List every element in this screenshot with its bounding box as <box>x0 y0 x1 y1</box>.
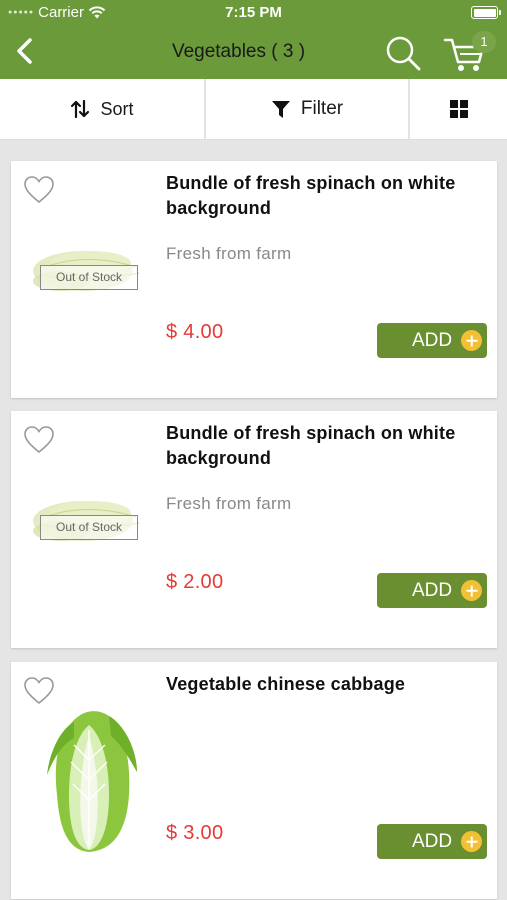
list-toolbar: Sort Filter <box>0 79 507 140</box>
battery-icon <box>471 6 501 19</box>
product-name: Vegetable chinese cabbage <box>166 674 406 694</box>
heart-icon[interactable] <box>23 175 55 205</box>
cabbage-image <box>47 711 137 852</box>
navigation-bar: Vegetables ( 3 ) 1 <box>0 26 507 79</box>
product-name: Bundle of fresh spinach on white backgro… <box>166 423 456 468</box>
product-price: $ 2.00 <box>166 571 224 593</box>
plus-circle-icon <box>461 831 482 852</box>
product-card[interactable]: Vegetable chinese cabbage $ 3.00 ADD <box>11 662 497 899</box>
sort-arrows-icon <box>71 99 90 119</box>
status-bar: ●●●●● Carrier 7:15 PM <box>0 0 507 26</box>
add-to-cart-button[interactable]: ADD <box>377 824 487 859</box>
sort-label: Sort <box>100 98 134 119</box>
page-title: Vegetables ( 3 ) <box>171 41 306 62</box>
sort-button[interactable]: Sort <box>0 79 206 139</box>
plus-circle-icon <box>461 580 482 601</box>
product-name: Bundle of fresh spinach on white backgro… <box>166 173 456 218</box>
app-header: ●●●●● Carrier 7:15 PM Vegetables ( 3 ) 1 <box>0 0 507 79</box>
add-label: ADD <box>412 329 453 351</box>
add-label: ADD <box>412 579 453 601</box>
add-label: ADD <box>412 830 453 852</box>
status-time: 7:15 PM <box>225 4 282 21</box>
product-card[interactable]: Out of Stock Bundle of fresh spinach on … <box>11 411 497 648</box>
filter-label: Filter <box>300 98 344 119</box>
product-description: Fresh from farm <box>166 244 292 263</box>
grid-view-icon <box>449 100 468 118</box>
grid-view-toggle[interactable] <box>410 79 507 139</box>
out-of-stock-badge: Out of Stock <box>40 515 138 540</box>
add-to-cart-button[interactable]: ADD <box>377 323 487 358</box>
plus-circle-icon <box>461 330 482 351</box>
search-icon[interactable] <box>384 34 422 72</box>
heart-icon[interactable] <box>23 425 55 455</box>
add-to-cart-button[interactable]: ADD <box>377 573 487 608</box>
product-price: $ 4.00 <box>166 321 224 343</box>
filter-funnel-icon <box>271 100 290 118</box>
cart-count-badge: 1 <box>472 31 496 53</box>
product-price: $ 3.00 <box>166 822 224 844</box>
product-card[interactable]: Out of Stock Bundle of fresh spinach on … <box>11 161 497 398</box>
product-description: Fresh from farm <box>166 494 292 513</box>
out-of-stock-badge: Out of Stock <box>40 265 138 290</box>
filter-button[interactable]: Filter <box>206 79 410 139</box>
